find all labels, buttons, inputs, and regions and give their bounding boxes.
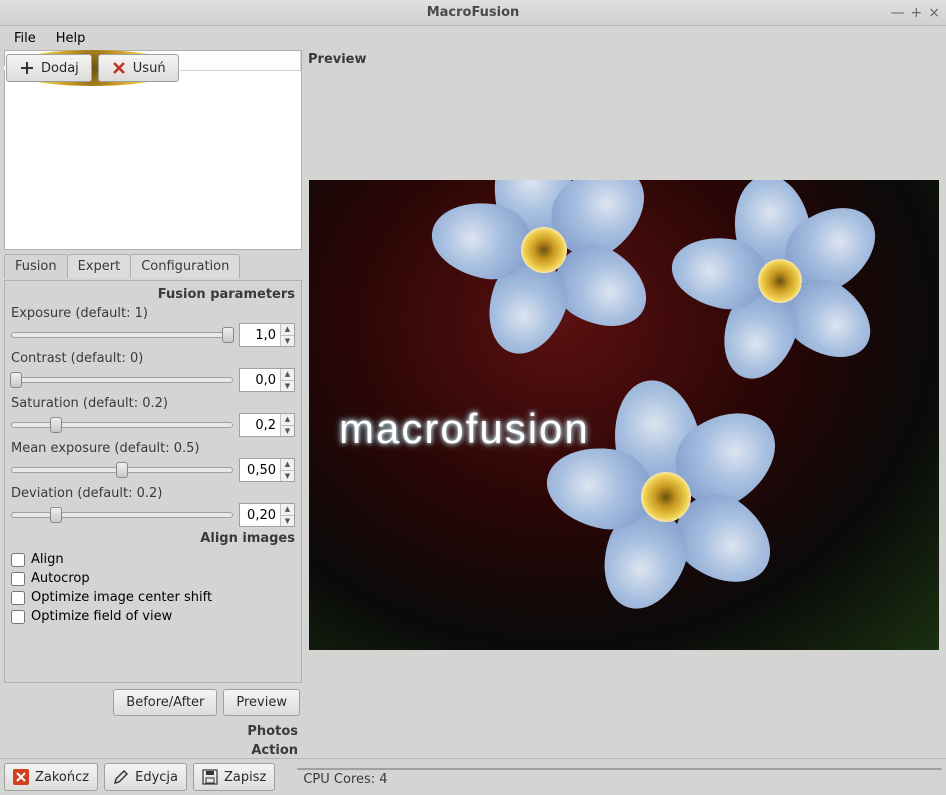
quit-label: Zakończ [35,770,89,785]
close-red-icon [13,769,29,785]
before-after-button[interactable]: Before/After [113,689,217,716]
preview-image: macrofusion [309,180,939,650]
menu-file[interactable]: File [6,28,44,49]
exposure-slider[interactable] [11,332,233,338]
align-label: Align [31,552,64,567]
quit-button[interactable]: Zakończ [4,763,98,791]
titlebar: MacroFusion — + × [0,0,946,26]
fusion-panel: Fusion parameters Exposure (default: 1) … [4,280,302,683]
x-icon [111,60,127,76]
autocrop-checkbox[interactable] [11,572,25,586]
saturation-input[interactable] [240,414,280,436]
tab-expert[interactable]: Expert [67,254,132,278]
contrast-input[interactable] [240,369,280,391]
saturation-label: Saturation (default: 0.2) [11,396,295,411]
edit-button[interactable]: Edycja [104,763,187,791]
cpu-cores: CPU Cores: 4 [297,772,942,787]
remove-label: Usuń [133,61,166,76]
param-mean-exposure: Mean exposure (default: 0.5) ▲▼ [11,441,295,482]
opt-fov-checkbox[interactable] [11,610,25,624]
autocrop-label: Autocrop [31,571,90,586]
check-align[interactable]: Align [11,550,295,569]
fusion-params-title: Fusion parameters [11,287,295,302]
add-label: Dodaj [41,61,79,76]
opt-fov-label: Optimize field of view [31,609,172,624]
right-panel: Preview [306,50,942,758]
spin-up-icon[interactable]: ▲ [281,504,294,516]
opt-center-checkbox[interactable] [11,591,25,605]
progress-bar [297,768,942,770]
tab-fusion[interactable]: Fusion [4,254,68,278]
mean-exposure-input[interactable] [240,459,280,481]
photos-title: Photos [4,724,302,739]
tab-configuration[interactable]: Configuration [130,254,240,278]
deviation-slider[interactable] [11,512,233,518]
save-label: Zapisz [224,770,266,785]
exposure-input[interactable] [240,324,280,346]
save-button[interactable]: Zapisz [193,763,275,791]
menubar: File Help [0,26,946,50]
check-opt-fov[interactable]: Optimize field of view [11,607,295,626]
window-controls: — + × [891,5,940,21]
menu-help[interactable]: Help [48,28,94,49]
remove-button[interactable]: Usuń [98,54,179,82]
window-title: MacroFusion [427,5,520,20]
minimize-icon[interactable]: — [891,5,905,21]
exposure-spin[interactable]: ▲▼ [239,323,295,347]
spin-up-icon[interactable]: ▲ [281,459,294,471]
spin-down-icon[interactable]: ▼ [281,471,294,482]
contrast-label: Contrast (default: 0) [11,351,295,366]
spin-up-icon[interactable]: ▲ [281,369,294,381]
spin-down-icon[interactable]: ▼ [281,426,294,437]
mean-exposure-slider[interactable] [11,467,233,473]
preview-label: Preview [306,50,942,71]
saturation-slider[interactable] [11,422,233,428]
deviation-spin[interactable]: ▲▼ [239,503,295,527]
spin-up-icon[interactable]: ▲ [281,324,294,336]
plus-icon [19,60,35,76]
add-button[interactable]: Dodaj [6,54,92,82]
action-bar: Zakończ Edycja Zapisz CPU Cores: 4 [0,758,946,795]
left-panel: Image Thumbnail Fusion Expert Configurat… [4,50,302,758]
logo-text: macrofusion [339,405,590,453]
deviation-label: Deviation (default: 0.2) [11,486,295,501]
maximize-icon[interactable]: + [911,5,923,21]
contrast-spin[interactable]: ▲▼ [239,368,295,392]
align-checkbox[interactable] [11,553,25,567]
align-title: Align images [11,531,295,546]
mean-exposure-label: Mean exposure (default: 0.5) [11,441,295,456]
main-area: Image Thumbnail Fusion Expert Configurat… [0,50,946,758]
deviation-input[interactable] [240,504,280,526]
spin-down-icon[interactable]: ▼ [281,381,294,392]
tabs-bar: Fusion Expert Configuration [4,254,302,278]
param-contrast: Contrast (default: 0) ▲▼ [11,351,295,392]
contrast-slider[interactable] [11,377,233,383]
photos-buttons: Dodaj Usuń [4,50,181,86]
mean-exposure-spin[interactable]: ▲▼ [239,458,295,482]
edit-label: Edycja [135,770,178,785]
preview-buttons: Before/After Preview [4,685,302,720]
preview-area: macrofusion [306,71,942,758]
param-saturation: Saturation (default: 0.2) ▲▼ [11,396,295,437]
check-autocrop[interactable]: Autocrop [11,569,295,588]
pencil-icon [113,769,129,785]
param-exposure: Exposure (default: 1) ▲▼ [11,306,295,347]
spin-up-icon[interactable]: ▲ [281,414,294,426]
opt-center-label: Optimize image center shift [31,590,212,605]
close-icon[interactable]: × [928,5,940,21]
save-icon [202,769,218,785]
spin-down-icon[interactable]: ▼ [281,516,294,527]
spin-down-icon[interactable]: ▼ [281,336,294,347]
check-opt-center[interactable]: Optimize image center shift [11,588,295,607]
param-deviation: Deviation (default: 0.2) ▲▼ [11,486,295,527]
preview-button[interactable]: Preview [223,689,300,716]
saturation-spin[interactable]: ▲▼ [239,413,295,437]
action-title: Action [4,743,302,758]
exposure-label: Exposure (default: 1) [11,306,295,321]
